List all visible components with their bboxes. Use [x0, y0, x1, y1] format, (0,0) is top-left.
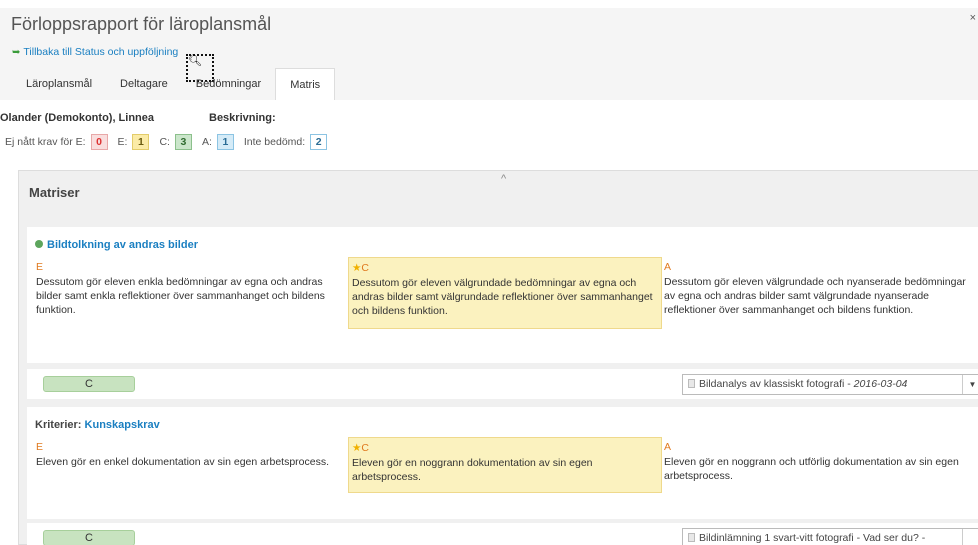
tab-curriculum-goals[interactable]: Läroplansmål [12, 68, 106, 100]
grade-letter: A [664, 261, 672, 273]
level-text: Eleven gör en noggrann dokumentation av … [352, 457, 593, 483]
grade-legend: Ej nått krav för E: 0 E: 1 C: 3 A: 1 Int… [5, 134, 337, 150]
criterion-title-link[interactable]: Kriterier: Kunskapskrav [35, 419, 160, 431]
collapse-chevron-icon[interactable]: ^ [501, 173, 506, 185]
level-cell-a[interactable]: A Dessutom gör eleven välgrundade och ny… [661, 257, 971, 320]
close-icon[interactable]: × [970, 12, 976, 24]
grade-letter: E [36, 261, 44, 273]
c-count-badge: 3 [174, 134, 192, 150]
assessment-name: Bildanalys av klassiskt fotografi [699, 378, 845, 390]
matrix-section-title: Matriser [29, 185, 80, 200]
grade-letter: E [36, 441, 44, 453]
not-assessed-count-badge: 2 [310, 134, 328, 150]
selected-star-icon: ★ [352, 442, 362, 454]
level-cell-c-selected[interactable]: ★C Eleven gör en noggrann dokumentation … [348, 437, 662, 493]
level-cell-c-selected[interactable]: ★C Dessutom gör eleven välgrundade bedöm… [348, 257, 662, 329]
assessment-select[interactable]: Bildinlämning 1 svart-vitt fotografi - V… [682, 528, 978, 545]
back-link-label: Tillbaka till Status och uppföljning [23, 46, 179, 58]
level-cell-e[interactable]: E Eleven gör en enkel dokumentation av s… [33, 437, 351, 472]
assessment-select[interactable]: Bildanalys av klassiskt fotografi - 2016… [682, 374, 978, 395]
page-title: Förloppsrapport för läroplansmål [11, 14, 272, 34]
back-link[interactable]: ➥ Tillbaka till Status och uppföljning [12, 46, 178, 58]
description-label: Beskrivning: [209, 112, 276, 124]
not-met-count-badge: 0 [90, 134, 108, 150]
e-label: E: [117, 136, 128, 148]
criterion-title-link[interactable]: Bildtolkning av andras bilder [35, 239, 198, 251]
grade-row: C Bildanalys av klassiskt fotografi - 20… [27, 369, 978, 399]
chevron-down-icon[interactable] [962, 529, 978, 545]
progress-report-page: Förloppsrapport för läroplansmål × ➥ Till… [0, 0, 978, 545]
tab-bar: Läroplansmål Deltagare Bedömningar Matri… [12, 68, 336, 100]
tab-matrix[interactable]: Matris [275, 68, 336, 100]
level-text: Dessutom gör eleven välgrundade och nyan… [664, 276, 966, 316]
criterion-prefix: Kriterier: [35, 419, 82, 431]
tab-assessments[interactable]: Bedömningar [182, 68, 275, 100]
magnifier-cursor-icon: 🔍︎ [188, 55, 202, 67]
level-text: Dessutom gör eleven välgrundade bedömnin… [352, 277, 653, 317]
assessment-date: 2016-03-04 [853, 378, 908, 390]
student-name: Olander (Demokonto), Linnea [0, 112, 155, 124]
criterion-card: Bildtolkning av andras bilder E Dessutom… [27, 227, 978, 363]
grade-letter: A [664, 441, 672, 453]
document-icon [688, 533, 695, 542]
a-label: A: [201, 136, 212, 148]
matrix-panel: ^ Matriser Bildtolkning av andras bilder… [18, 170, 978, 545]
criterion-title: Kunskapskrav [84, 419, 160, 431]
grade-letter: C [361, 262, 370, 274]
chevron-down-icon[interactable]: ▼ [962, 375, 978, 394]
e-count-badge: 1 [132, 134, 150, 150]
grade-row: C Bildinlämning 1 svart-vitt fotografi -… [27, 523, 978, 545]
a-count-badge: 1 [216, 134, 234, 150]
level-text: Dessutom gör eleven enkla bedömningar av… [36, 276, 325, 316]
assessment-name: Bildinlämning 1 svart-vitt fotografi - V… [699, 532, 926, 544]
tab-participants[interactable]: Deltagare [106, 68, 182, 100]
criterion-title: Bildtolkning av andras bilder [47, 239, 198, 251]
level-cell-a[interactable]: A Eleven gör en noggrann och utförlig do… [661, 437, 971, 486]
not-assessed-label: Inte bedömd: [243, 136, 306, 148]
assigned-grade-pill[interactable]: C [43, 376, 135, 392]
not-met-label: Ej nått krav för E: [5, 136, 86, 148]
back-arrow-icon: ➥ [12, 47, 21, 58]
criterion-card: Kriterier: Kunskapskrav E Eleven gör en … [27, 407, 978, 519]
assigned-grade-pill[interactable]: C [43, 530, 135, 545]
level-text: Eleven gör en enkel dokumentation av sin… [36, 456, 330, 468]
grade-letter: C [361, 442, 370, 454]
level-text: Eleven gör en noggrann och utförlig doku… [664, 456, 959, 482]
c-label: C: [159, 136, 170, 148]
selected-star-icon: ★ [352, 262, 362, 274]
level-cell-e[interactable]: E Dessutom gör eleven enkla bedömningar … [33, 257, 351, 320]
document-icon [688, 379, 695, 388]
status-ok-icon [35, 240, 43, 248]
